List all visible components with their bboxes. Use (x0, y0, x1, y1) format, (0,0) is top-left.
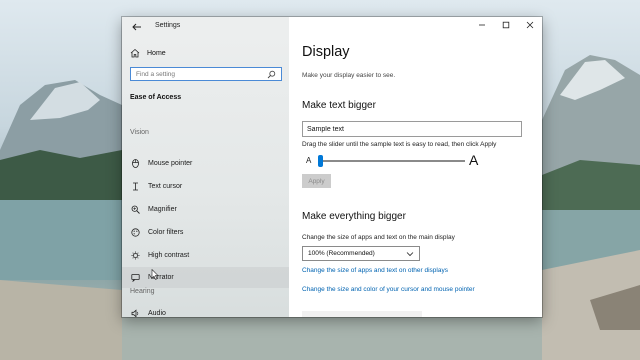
sidebar-item-audio[interactable]: Audio (122, 303, 289, 317)
group-label-hearing: Hearing (130, 288, 155, 295)
sample-text-field[interactable] (302, 121, 522, 137)
high-contrast-icon (131, 251, 140, 260)
mouse-cursor-icon (151, 269, 159, 280)
color-filters-icon (131, 228, 140, 237)
cursor-size-link[interactable]: Change the size and color of your cursor… (302, 286, 475, 293)
sidebar-item-color-filters[interactable]: Color filters (122, 222, 289, 243)
home-icon (130, 48, 140, 58)
text-cursor-icon (131, 182, 140, 191)
narrator-icon (131, 273, 140, 282)
other-displays-link[interactable]: Change the size of apps and text on othe… (302, 267, 448, 274)
close-icon (526, 21, 534, 31)
slider-min-label: A (306, 156, 312, 165)
maximize-icon (502, 21, 510, 31)
slider-thumb[interactable] (317, 155, 323, 167)
audio-icon (131, 309, 140, 317)
scrolled-content-cutoff (302, 311, 422, 317)
group-label-vision: Vision (130, 129, 149, 136)
apply-button[interactable]: Apply (302, 174, 331, 188)
back-arrow-icon (132, 22, 142, 34)
sidebar-item-label: Text cursor (148, 183, 183, 190)
slider-max-label: A (469, 152, 479, 168)
sidebar: Settings Home Ease of Access Vision Mous… (122, 17, 289, 317)
sample-text-input[interactable] (307, 125, 517, 133)
sidebar-item-magnifier[interactable]: Magnifier (122, 199, 289, 220)
sidebar-item-label: High contrast (148, 252, 190, 259)
search-box[interactable] (130, 67, 282, 81)
section-heading: Ease of Access (130, 94, 182, 101)
magnifier-icon (131, 205, 140, 214)
sidebar-item-label: Mouse pointer (148, 160, 193, 167)
sidebar-item-high-contrast[interactable]: High contrast (122, 245, 289, 266)
sidebar-item-label: Magnifier (148, 206, 177, 213)
slider-track[interactable] (319, 160, 465, 162)
page-subtitle: Make your display easier to see. (302, 72, 396, 79)
close-button[interactable] (518, 17, 542, 35)
search-input[interactable] (136, 70, 267, 78)
minimize-icon (478, 21, 486, 31)
sidebar-item-label: Color filters (148, 229, 184, 236)
mouse-pointer-icon (131, 159, 140, 168)
chevron-down-icon (406, 250, 414, 258)
window-title: Settings (155, 22, 181, 29)
main-content: Display Make your display easier to see.… (289, 17, 542, 317)
sidebar-item-mouse-pointer[interactable]: Mouse pointer (122, 153, 289, 174)
search-icon[interactable] (267, 70, 276, 79)
slider-instruction: Drag the slider until the sample text is… (302, 141, 497, 148)
back-button[interactable] (128, 19, 146, 37)
window-controls (470, 17, 542, 35)
make-text-bigger-heading: Make text bigger (302, 100, 376, 111)
minimize-button[interactable] (470, 17, 494, 35)
scale-dropdown[interactable]: 100% (Recommended) (302, 246, 420, 261)
make-everything-bigger-heading: Make everything bigger (302, 211, 406, 222)
sidebar-item-narrator[interactable]: Narrator (122, 267, 289, 288)
maximize-button[interactable] (494, 17, 518, 35)
sidebar-item-home[interactable]: Home (130, 47, 166, 59)
scale-instruction: Change the size of apps and text on the … (302, 234, 455, 241)
settings-window: Settings Home Ease of Access Vision Mous… (122, 17, 542, 317)
sidebar-item-label: Audio (148, 310, 166, 317)
sidebar-item-text-cursor[interactable]: Text cursor (122, 176, 289, 197)
home-label: Home (147, 49, 166, 57)
scale-dropdown-value: 100% (Recommended) (308, 250, 375, 257)
text-size-slider[interactable]: A A (302, 152, 482, 168)
page-title: Display (302, 44, 350, 60)
